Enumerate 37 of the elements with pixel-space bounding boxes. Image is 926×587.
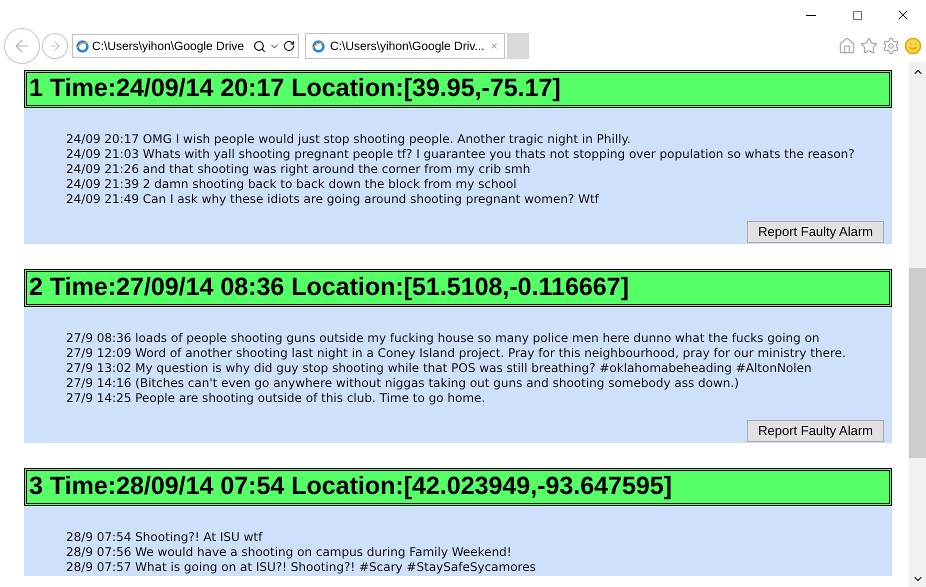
- browser-logo-icon: [312, 40, 325, 52]
- settings-icon[interactable]: [882, 37, 900, 55]
- minimize-icon: [806, 14, 816, 16]
- scrollbar-thumb[interactable]: [909, 268, 926, 458]
- tweet-text: 27/9 14:16 (Bitches can't even go anywhere without niggas taking out guns and shooting somebody ass down.): [66, 376, 740, 391]
- alarm-heading: 3 Time:28/09/14 07:54 Location:[42.023949,-93.647595]: [24, 468, 892, 506]
- tweet-text: 24/09 21:26 and that shooting was right around the corner from my crib smh: [66, 162, 532, 177]
- refresh-icon[interactable]: [283, 40, 295, 52]
- report-faulty-alarm-button[interactable]: Report Faulty Alarm: [747, 420, 884, 442]
- search-icon[interactable]: [253, 40, 266, 52]
- tab-title: C:\Users\yihon\Google Driv...: [330, 38, 484, 55]
- report-faulty-alarm-button[interactable]: Report Faulty Alarm: [747, 221, 884, 243]
- browser-tab[interactable]: C:\Users\yihon\Google Driv...: [305, 33, 505, 59]
- forward-button[interactable]: [42, 33, 68, 59]
- address-bar[interactable]: C:\Users\yihon\Google Drive: [72, 34, 299, 58]
- tweet-text: 24/09 21:39 2 damn shooting back to back down the block from my school: [66, 177, 518, 192]
- scrollbar[interactable]: [909, 62, 926, 587]
- alarm-heading: 2 Time:27/09/14 08:36 Location:[51.5108,-0.116667]: [24, 269, 892, 307]
- tweet-text: 28/9 07:57 What is going on at ISU?! Shooting?! #Scary #StaySafeSycamores: [66, 560, 537, 575]
- browser-logo-icon: [76, 40, 89, 52]
- tweet-text: 28/9 07:56 We would have a shooting on campus during Family Weekend!: [66, 545, 513, 560]
- forward-arrow-icon: [48, 39, 62, 53]
- feedback-smiley-icon[interactable]: [904, 37, 922, 55]
- tweet-text: 27/9 13:02 My question is why did guy stop shooting while that POS was still breathing? #oklahomabeheading #AltonNolen: [66, 361, 813, 376]
- tweet-text: 27/9 08:36 loads of people shooting guns outside my fucking house so many police men here dunno what the fucks going on: [66, 331, 821, 346]
- tweet-text: 27/9 12:09 Word of another shooting last night in a Coney Island project. Pray for this neighbourhood, pray for our ministry there.: [66, 346, 847, 361]
- tweet-text: 27/9 14:25 People are shooting outside of this club. Time to go home.: [66, 391, 486, 406]
- alarm-heading: 1 Time:24/09/14 20:17 Location:[39.95,-75.17]: [24, 70, 892, 108]
- tweet-text: 24/09 20:17 OMG I wish people would just stop shooting people. Another tragic night in Philly.: [66, 132, 632, 147]
- tweet-text: 24/09 21:49 Can I ask why these idiots are going around shooting pregnant women? Wtf: [66, 192, 600, 207]
- address-text: C:\Users\yihon\Google Drive: [92, 38, 244, 55]
- home-icon[interactable]: [838, 37, 856, 55]
- back-button[interactable]: [4, 28, 40, 64]
- tweet-text: 24/09 21:03 Whats with yall shooting pregnant people tf? I guarantee you thats not stopping over population so whats the reason?: [66, 147, 856, 162]
- favorites-icon[interactable]: [860, 37, 878, 55]
- tweet-text: 28/9 07:54 Shooting?! At ISU wtf: [66, 530, 264, 545]
- maximize-icon: [852, 10, 862, 20]
